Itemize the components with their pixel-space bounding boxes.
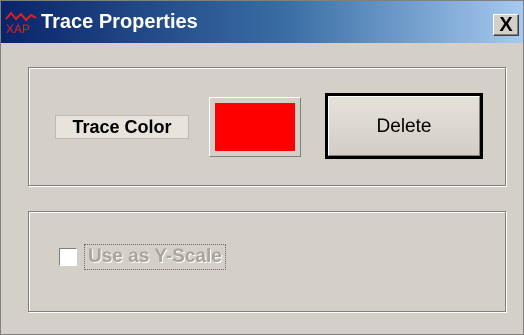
- y-scale-option[interactable]: Use as Y-Scale: [59, 244, 259, 273]
- svg-text:XAP: XAP: [6, 22, 30, 34]
- trace-color-swatch[interactable]: [209, 97, 301, 157]
- y-scale-label: Use as Y-Scale: [84, 244, 226, 270]
- delete-button[interactable]: Delete: [325, 93, 483, 159]
- xap-app-icon: XAP: [5, 11, 37, 34]
- y-scale-checkbox[interactable]: [59, 248, 77, 266]
- close-button[interactable]: X: [493, 14, 519, 36]
- title-bar[interactable]: XAP Trace Properties X: [1, 1, 523, 43]
- window-title: Trace Properties: [41, 11, 198, 33]
- trace-color-label: Trace Color: [55, 115, 189, 139]
- close-icon: X: [499, 14, 513, 36]
- delete-label: Delete: [376, 116, 432, 137]
- delete-button-face: Delete: [328, 96, 480, 156]
- trace-color-fill: [215, 103, 295, 151]
- dialog-window: XAP Trace Properties X Trace Color Delet…: [0, 0, 524, 335]
